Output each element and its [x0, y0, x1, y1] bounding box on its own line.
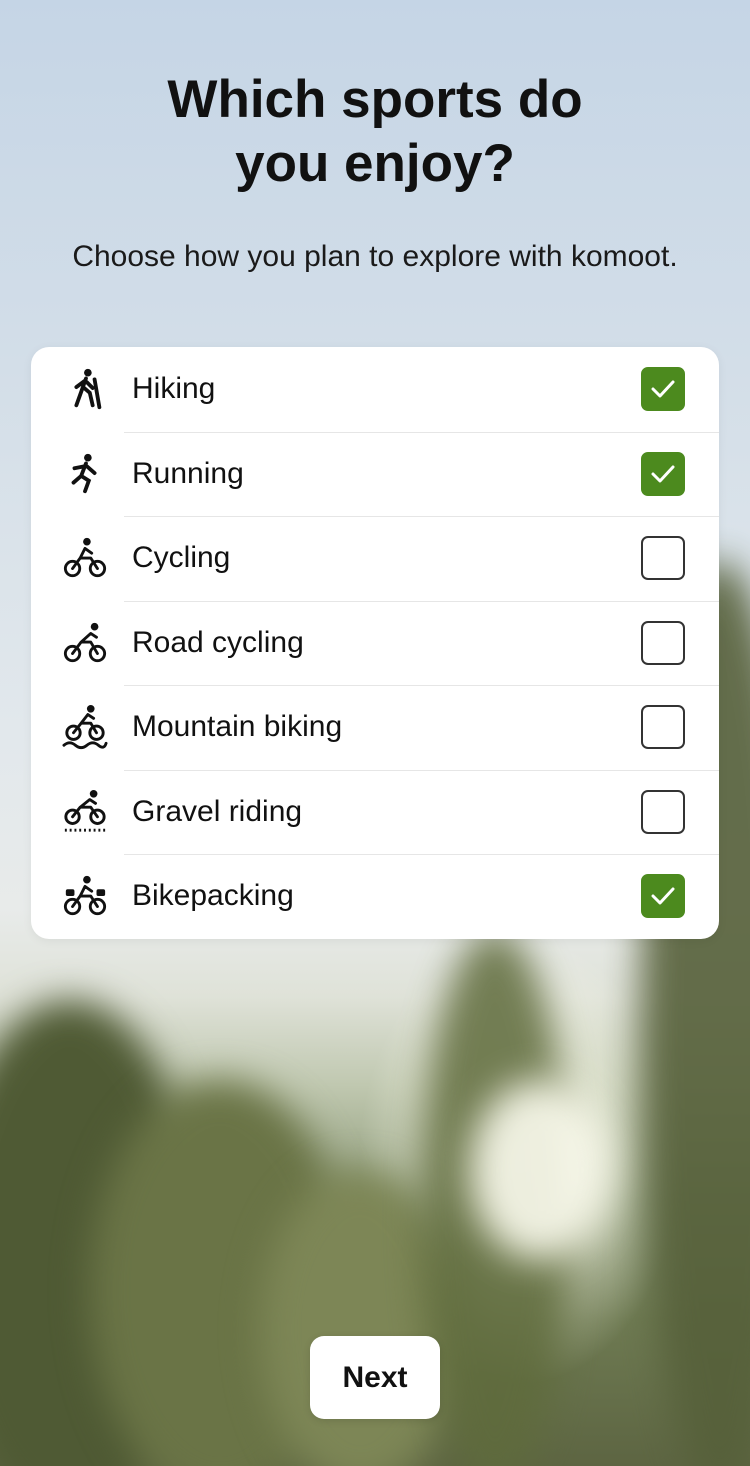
- page-title: Which sports do you enjoy?: [167, 70, 583, 193]
- gravel-riding-icon: [61, 788, 109, 836]
- sport-row-gravel-riding[interactable]: Gravel riding: [31, 769, 719, 855]
- next-button[interactable]: Next: [310, 1336, 440, 1419]
- road-cycling-checkbox[interactable]: [641, 620, 685, 665]
- sport-label: Mountain biking: [132, 710, 343, 744]
- sport-row-hiking[interactable]: Hiking: [31, 347, 719, 432]
- sports-list: Hiking Running Cycling Road cycling Moun…: [31, 347, 719, 939]
- hiking-icon: [61, 365, 109, 413]
- hiking-checkbox[interactable]: [641, 367, 685, 412]
- running-icon: [61, 450, 109, 498]
- checkmark-icon: [651, 380, 675, 398]
- sport-label: Running: [132, 456, 244, 490]
- gravel-riding-checkbox[interactable]: [641, 789, 685, 834]
- sport-label: Gravel riding: [132, 794, 303, 828]
- sport-row-cycling[interactable]: Cycling: [31, 516, 719, 601]
- sport-row-road-cycling[interactable]: Road cycling: [31, 600, 719, 686]
- road-cycling-icon: [61, 619, 109, 667]
- mountain-biking-checkbox[interactable]: [641, 705, 685, 750]
- sport-label: Road cycling: [132, 625, 304, 659]
- sport-row-mountain-biking[interactable]: Mountain biking: [31, 685, 719, 770]
- sport-row-bikepacking[interactable]: Bikepacking: [31, 854, 719, 939]
- bikepacking-checkbox[interactable]: [641, 874, 685, 919]
- checkmark-icon: [651, 465, 675, 483]
- checkmark-icon: [651, 887, 675, 905]
- sport-label: Bikepacking: [132, 879, 294, 913]
- mountain-biking-icon: [61, 703, 109, 751]
- sport-label: Cycling: [132, 541, 231, 575]
- sport-label: Hiking: [132, 372, 216, 406]
- bikepacking-icon: [61, 872, 109, 920]
- running-checkbox[interactable]: [641, 451, 685, 496]
- sport-row-running[interactable]: Running: [31, 431, 719, 517]
- page-subtitle: Choose how you plan to explore with komo…: [72, 240, 678, 273]
- cycling-checkbox[interactable]: [641, 536, 685, 581]
- cycling-icon: [61, 534, 109, 582]
